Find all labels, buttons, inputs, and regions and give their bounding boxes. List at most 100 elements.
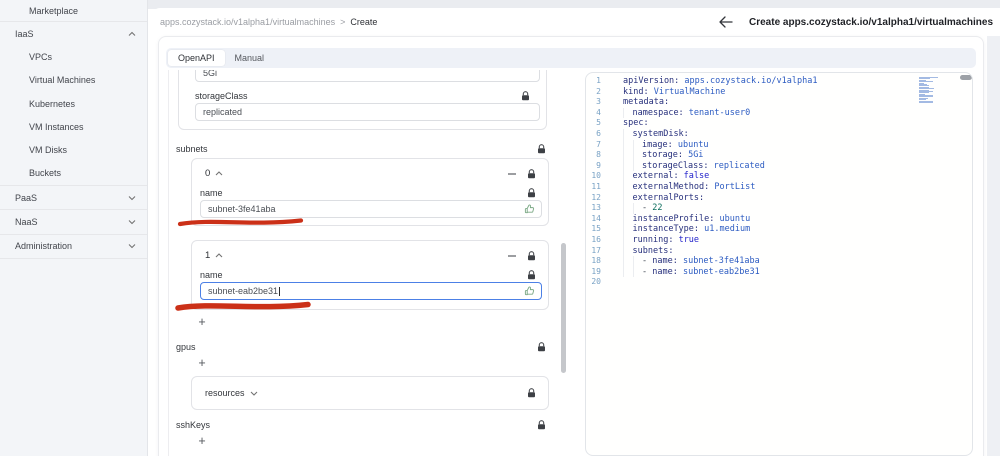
subnet-item-index: 1 [205, 250, 211, 261]
lock-icon[interactable] [521, 90, 530, 101]
sidebar-item-vpcs[interactable]: VPCs [0, 45, 147, 68]
form-scrollbar-thumb[interactable] [561, 243, 566, 373]
editor-line[interactable]: 19- name: subnet-eab2be31 [586, 266, 972, 278]
sidebar-item-paas[interactable]: PaaS [0, 186, 147, 209]
editor-line[interactable]: 9 storageClass: replicated [586, 160, 972, 172]
line-number: 20 [591, 277, 601, 287]
gpus-label: gpus [176, 342, 196, 352]
line-number: 7 [596, 139, 601, 149]
sidebar-item-naas[interactable]: NaaS [0, 210, 147, 233]
subnet-item-header: 1 [192, 241, 548, 261]
line-number: 19 [591, 266, 601, 276]
lock-icon[interactable] [537, 342, 546, 352]
sidebar-item-kubernetes[interactable]: Kubernetes [0, 92, 147, 115]
editor-line[interactable]: 11 externalMethod: PortList [586, 181, 972, 193]
storage-class-input[interactable]: replicated [195, 103, 540, 121]
editor-line[interactable]: 14 instanceProfile: ubuntu [586, 213, 972, 225]
sidebar-item-label: Administration [15, 241, 73, 252]
storage-input[interactable]: 5Gi [195, 70, 540, 82]
resources-toggle[interactable]: resources [205, 388, 258, 398]
line-number: 2 [596, 86, 601, 96]
subnet-0-name-input[interactable]: subnet-3fe41aba [200, 200, 542, 218]
editor-line[interactable]: 8 storage: 5Gi [586, 150, 972, 161]
collapse-toggle-icon[interactable] [215, 171, 223, 176]
line-number: 13 [591, 203, 601, 213]
editor-line[interactable]: 5 spec: [586, 118, 972, 129]
line-number: 5 [596, 118, 601, 128]
subnet-item-index: 0 [205, 168, 211, 179]
lock-icon[interactable] [527, 168, 536, 179]
sidebar-item-label: PaaS [15, 192, 38, 203]
line-number: 14 [591, 213, 601, 223]
add-subnet-button[interactable]: + [195, 316, 209, 330]
editor-line[interactable]: 17 subnets: [586, 245, 972, 257]
sidebar-item-vm-instances[interactable]: VM Instances [0, 115, 147, 138]
tab-bar: OpenAPI Manual [166, 48, 976, 68]
thumbs-up-icon[interactable] [524, 286, 535, 297]
editor-line[interactable]: 7 image: ubuntu [586, 139, 972, 151]
lock-icon[interactable] [527, 187, 536, 198]
line-number: 6 [596, 128, 601, 138]
sidebar-item-label: NaaS [15, 217, 38, 228]
subnets-section-header: subnets [176, 143, 546, 155]
line-number: 9 [596, 160, 601, 170]
lock-icon[interactable] [527, 388, 536, 398]
lock-icon[interactable] [527, 269, 536, 280]
sidebar-item-label: VM Disks [29, 145, 67, 156]
line-number: 8 [596, 150, 601, 160]
lock-icon[interactable] [527, 250, 536, 261]
chevron-up-icon [128, 31, 136, 36]
text-cursor [279, 286, 281, 296]
resources-group: resources [191, 376, 549, 410]
tab-openapi[interactable]: OpenAPI [168, 50, 225, 66]
editor-line[interactable]: 13- 22 [586, 203, 972, 214]
editor-line[interactable]: 18- name: subnet-3fe41aba [586, 256, 972, 267]
lock-icon[interactable] [537, 420, 546, 430]
sidebar-item-label: Marketplace [29, 5, 79, 16]
header-right: Create apps.cozystack.io/v1alpha1/virtua… [719, 8, 993, 36]
editor-line[interactable]: 12 externalPorts: [586, 192, 972, 204]
tab-manual[interactable]: Manual [225, 50, 275, 66]
back-arrow-icon[interactable] [719, 16, 733, 28]
storage-class-label: storageClass [195, 90, 248, 101]
sidebar-item-buckets[interactable]: Buckets [0, 162, 147, 185]
subnet-1-name-input[interactable]: subnet-eab2be31 [200, 282, 542, 300]
sidebar-item-administration[interactable]: Administration [0, 235, 147, 258]
subnet-item-header: 0 [192, 159, 548, 179]
collapse-toggle-icon[interactable] [215, 253, 223, 258]
breadcrumb-path[interactable]: apps.cozystack.io/v1alpha1/virtualmachin… [160, 17, 335, 27]
chevron-down-icon [250, 391, 258, 396]
breadcrumb-current: Create [350, 17, 378, 27]
add-sshkey-button[interactable]: + [195, 435, 209, 449]
sidebar-item-iaas[interactable]: IaaS [0, 22, 147, 45]
editor-line[interactable]: 3 metadata: [586, 97, 972, 108]
editor-line[interactable]: 6 systemDisk: [586, 128, 972, 140]
line-number: 15 [591, 224, 601, 234]
editor-line[interactable]: 20 [586, 277, 972, 288]
editor-line[interactable]: 4 namespace: tenant-user0 [586, 107, 972, 119]
sidebar-item-vm-disks[interactable]: VM Disks [0, 138, 147, 161]
add-gpu-button[interactable]: + [195, 357, 209, 371]
lock-icon[interactable] [537, 144, 546, 154]
subnet-name-label: name [200, 187, 223, 198]
sidebar-item-marketplace[interactable]: Marketplace [0, 0, 147, 21]
line-number: 4 [596, 107, 601, 117]
editor-line[interactable]: 1 apiVersion: apps.cozystack.io/v1alpha1 [586, 76, 972, 87]
yaml-editor[interactable]: 1 apiVersion: apps.cozystack.io/v1alpha1 2… [585, 72, 973, 456]
editor-line[interactable]: 16 running: true [586, 234, 972, 246]
sidebar-item-virtual-machines[interactable]: Virtual Machines [0, 69, 147, 92]
remove-item-icon[interactable] [507, 169, 517, 179]
page-title: Create apps.cozystack.io/v1alpha1/virtua… [749, 16, 993, 28]
line-number: 16 [591, 234, 601, 244]
editor-line[interactable]: 15 instanceType: u1.medium [586, 224, 972, 235]
sidebar-item-label: VPCs [29, 51, 53, 62]
thumbs-up-icon[interactable] [524, 204, 535, 215]
remove-item-icon[interactable] [507, 251, 517, 261]
editor-line[interactable]: 2 kind: VirtualMachine [586, 87, 972, 98]
editor-scrollbar-thumb[interactable] [960, 75, 972, 80]
editor-line[interactable]: 10 external: false [586, 171, 972, 182]
chevron-down-icon [128, 220, 136, 225]
editor-minimap[interactable] [919, 77, 943, 105]
sidebar-item-label: VM Instances [29, 121, 84, 132]
line-number: 1 [596, 76, 601, 85]
